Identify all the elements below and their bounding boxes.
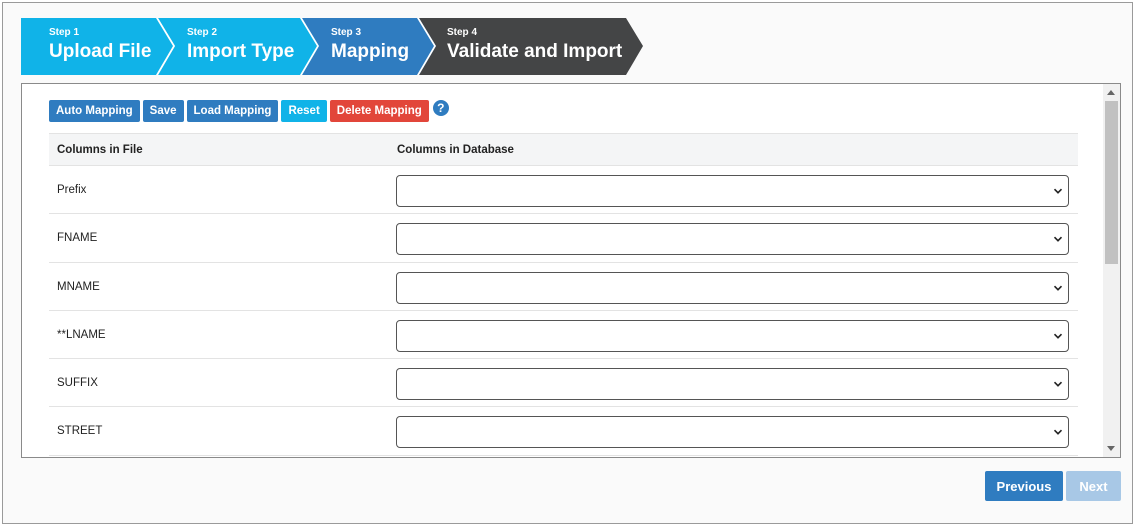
table-row: **LNAME: [49, 311, 1078, 360]
reset-button[interactable]: Reset: [281, 100, 327, 122]
table-row: Prefix: [49, 166, 1078, 215]
step-number: Step 4: [447, 27, 478, 38]
database-column-select[interactable]: [396, 416, 1069, 449]
help-icon[interactable]: ?: [432, 100, 449, 116]
vertical-scrollbar[interactable]: [1103, 84, 1120, 457]
chevron-down-icon: [1053, 188, 1063, 194]
scroll-up-arrow-icon[interactable]: [1107, 90, 1115, 95]
step-title: Upload File: [49, 41, 152, 62]
load-mapping-button[interactable]: Load Mapping: [186, 100, 279, 122]
database-column-select[interactable]: [396, 319, 1069, 352]
wizard-steps: Step 1 Upload File Step 2 Import Type St…: [21, 18, 661, 75]
step-mapping[interactable]: Step 3 Mapping: [302, 18, 437, 75]
step-import-type[interactable]: Step 2 Import Type: [158, 18, 320, 75]
step-validate-import[interactable]: Step 4 Validate and Import: [419, 18, 643, 75]
table-header: Columns in File Columns in Database: [49, 133, 1078, 166]
file-column-label: FNAME: [57, 232, 98, 245]
step-number: Step 2: [187, 27, 218, 38]
chevron-down-icon: [1053, 430, 1063, 436]
next-button[interactable]: Next: [1066, 471, 1121, 501]
step-number: Step 3: [331, 27, 362, 38]
database-column-select[interactable]: [396, 175, 1069, 207]
chevron-down-icon: [1053, 236, 1063, 243]
scroll-down-arrow-icon[interactable]: [1107, 446, 1115, 451]
chevron-down-icon: [1053, 285, 1063, 291]
file-column-label: Prefix: [57, 184, 87, 196]
step-title: Import Type: [187, 41, 295, 62]
chevron-down-icon: [1053, 381, 1063, 388]
database-column-select[interactable]: [396, 271, 1069, 304]
table-row: FNAME: [49, 214, 1078, 263]
table-row: STREET: [49, 407, 1078, 456]
table-row: MNAME: [49, 263, 1078, 311]
file-column-label: STREET: [57, 425, 103, 438]
auto-mapping-button[interactable]: Auto Mapping: [49, 100, 140, 122]
scroll-thumb[interactable]: [1105, 101, 1118, 264]
save-button[interactable]: Save: [142, 100, 184, 122]
previous-button[interactable]: Previous: [985, 471, 1063, 501]
database-column-select[interactable]: [396, 223, 1069, 256]
file-column-label: MNAME: [57, 280, 100, 293]
chevron-down-icon: [1053, 333, 1063, 339]
table-row: SUFFIX: [49, 359, 1078, 408]
mapping-table: Columns in File Columns in Database Pref…: [49, 133, 1078, 456]
header-columns-in-file: Columns in File: [57, 144, 143, 156]
step-number: Step 1: [49, 27, 80, 38]
step-title: Mapping: [331, 41, 410, 62]
mapping-toolbar: Auto Mapping Save Load Mapping Reset Del…: [49, 100, 449, 122]
mapping-panel: Auto Mapping Save Load Mapping Reset Del…: [21, 83, 1121, 458]
delete-mapping-button[interactable]: Delete Mapping: [329, 100, 429, 122]
database-column-select[interactable]: [396, 368, 1069, 401]
step-title: Validate and Import: [447, 41, 623, 62]
header-columns-in-database: Columns in Database: [397, 144, 514, 156]
file-column-label: **LNAME: [57, 328, 106, 341]
import-wizard-window: Step 1 Upload File Step 2 Import Type St…: [2, 2, 1133, 524]
file-column-label: SUFFIX: [57, 377, 98, 390]
step-upload-file[interactable]: Step 1 Upload File: [21, 18, 174, 75]
